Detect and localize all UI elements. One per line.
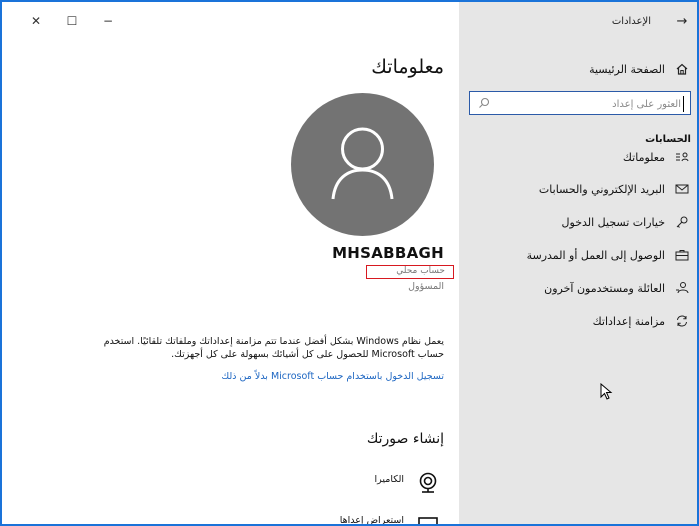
- person-list-icon: [676, 152, 689, 162]
- sidebar-item-family[interactable]: العائلة ومستخدمون آخرون: [459, 278, 697, 302]
- mail-icon: [675, 184, 689, 194]
- microsoft-signin-link[interactable]: تسجيل الدخول باستخدام حساب Microsoft بدل…: [221, 371, 444, 382]
- sidebar-item-label: خيارات تسجيل الدخول: [561, 216, 665, 229]
- account-type-label: حساب محلي: [366, 265, 454, 279]
- username: MHSABBAGH: [332, 244, 444, 262]
- account-role: المسؤول: [408, 281, 444, 292]
- sidebar-item-label: معلوماتك: [622, 151, 665, 164]
- briefcase-icon: [675, 250, 689, 261]
- mouse-pointer-icon: [600, 383, 613, 400]
- key-icon: [676, 216, 688, 228]
- camera-label[interactable]: الكاميرا: [374, 474, 404, 485]
- sidebar-item-work-school[interactable]: الوصول إلى العمل أو المدرسة: [459, 245, 697, 269]
- browse-icon[interactable]: [418, 516, 438, 526]
- panel-title-row: → الإعدادات: [459, 14, 697, 34]
- sidebar-item-label: العائلة ومستخدمون آخرون: [544, 282, 665, 295]
- home-icon: [676, 63, 688, 75]
- sync-icon: [677, 315, 687, 327]
- camera-icon[interactable]: [417, 472, 439, 494]
- nav-home-label: الصفحة الرئيسية: [589, 63, 665, 76]
- search-box[interactable]: [469, 91, 691, 115]
- sidebar-item-email[interactable]: البريد الإلكتروني والحسابات: [459, 179, 697, 203]
- user-silhouette-icon: [331, 127, 394, 200]
- create-picture-heading: إنشاء صورتك: [366, 431, 444, 447]
- sync-description: يعمل نظام Windows بشكل أفضل عندما تتم مز…: [103, 336, 444, 360]
- main-content: ✕ ☐ − معلوماتك MHSABBAGH حساب محلي المسؤ…: [2, 2, 459, 524]
- minimize-button[interactable]: −: [100, 14, 116, 28]
- avatar: [291, 93, 434, 236]
- accounts-section-heading: الحسابات: [645, 134, 691, 145]
- person-add-icon: [676, 282, 689, 294]
- page-title: معلوماتك: [371, 56, 444, 78]
- sidebar-item-signin-options[interactable]: خيارات تسجيل الدخول: [459, 212, 697, 236]
- window-title: الإعدادات: [611, 16, 651, 27]
- close-button[interactable]: ✕: [28, 14, 44, 28]
- search-icon: [479, 97, 490, 108]
- back-arrow-icon[interactable]: →: [673, 14, 691, 29]
- sidebar-item-label: مزامنة إعداداتك: [592, 315, 665, 328]
- browse-label[interactable]: استعراض إعداها: [340, 515, 404, 524]
- settings-nav-panel: → الإعدادات الصفحة الرئيسية الحسابات: [459, 2, 697, 524]
- sidebar-item-sync[interactable]: مزامنة إعداداتك: [459, 311, 697, 335]
- sidebar-item-your-info[interactable]: معلوماتك: [459, 147, 697, 171]
- search-input[interactable]: [504, 96, 684, 112]
- sidebar-item-label: الوصول إلى العمل أو المدرسة: [526, 249, 665, 262]
- sidebar-item-label: البريد الإلكتروني والحسابات: [538, 183, 665, 196]
- maximize-button[interactable]: ☐: [64, 14, 80, 28]
- settings-window: ✕ ☐ − معلوماتك MHSABBAGH حساب محلي المسؤ…: [0, 0, 699, 526]
- nav-home[interactable]: الصفحة الرئيسية: [459, 60, 697, 82]
